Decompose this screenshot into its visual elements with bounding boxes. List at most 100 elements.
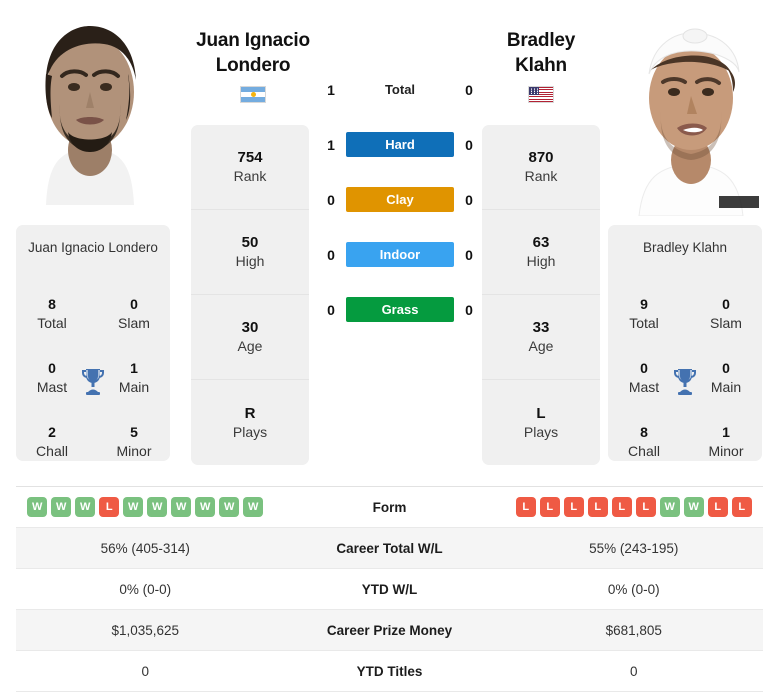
stat-high-right-value: 63 — [532, 234, 550, 251]
table-row: 0 YTD Titles 0 — [16, 651, 763, 692]
titles-main-right: 0 Main — [694, 359, 758, 397]
h2h-row-grass: 0 Grass 0 — [320, 282, 480, 337]
table-row: W W W L W W W W W W Form L L L L L L W W L L — [16, 487, 763, 528]
stat-card-left: 754 Rank 50 High 30 Age R Plays — [191, 125, 309, 465]
player-photo-right — [599, 0, 779, 216]
titles-chall-right-value: 8 — [640, 424, 648, 440]
stat-plays-left: R Plays — [191, 380, 309, 465]
table-cell-left: 0 — [141, 663, 149, 679]
stat-high-left-value: 50 — [241, 234, 259, 251]
stat-age-right-value: 33 — [532, 319, 550, 336]
titles-chall-left-label: Chall — [36, 443, 68, 459]
titles-chall-left: 2 Chall — [20, 423, 84, 461]
stat-age-left-value: 30 — [241, 319, 259, 336]
player-name-left-line1: Juan Ignacio — [196, 30, 310, 51]
form-badge-w[interactable]: W — [75, 497, 96, 517]
form-badge-l[interactable]: L — [515, 497, 536, 517]
trophy-icon — [82, 369, 104, 395]
stat-high-left: 50 High — [191, 210, 309, 295]
form-badge-w[interactable]: W — [683, 497, 704, 517]
player-name-right-line2: Klahn — [515, 55, 567, 76]
titles-chall-right: 8 Chall — [612, 423, 676, 461]
table-cell-left: $1,035,625 — [111, 622, 180, 638]
h2h-surface-label[interactable]: Grass — [346, 297, 454, 322]
table-row: $1,035,625 Career Prize Money $681,805 — [16, 610, 763, 651]
titles-main-left-value: 1 — [130, 360, 138, 376]
h2h-row-indoor: 0 Indoor 0 — [320, 227, 480, 282]
titles-slam-right: 0 Slam — [694, 295, 758, 333]
titles-minor-right-label: Minor — [708, 443, 744, 459]
form-badge-l[interactable]: L — [539, 497, 560, 517]
h2h-surface-label: Total — [384, 82, 416, 97]
player-name-left: Juan Ignacio Londero — [178, 28, 328, 103]
stat-age-left-label: Age — [237, 338, 263, 354]
titles-main-left: 1 Main — [102, 359, 166, 397]
titles-total-left-label: Total — [37, 315, 67, 331]
titles-minor-right: 1 Minor — [694, 423, 758, 461]
stat-age-left: 30 Age — [191, 295, 309, 380]
form-badge-w[interactable]: W — [27, 497, 48, 517]
form-badge-w[interactable]: W — [659, 497, 680, 517]
form-badge-l[interactable]: L — [731, 497, 752, 517]
h2h-left-score: 0 — [327, 301, 335, 318]
titles-main-right-label: Main — [710, 379, 742, 395]
form-badge-l[interactable]: L — [587, 497, 608, 517]
flag-argentina-icon — [240, 86, 266, 103]
form-badge-w[interactable]: W — [219, 497, 240, 517]
table-row-label: Form — [372, 499, 407, 515]
table-cell-left: 56% (405-314) — [100, 540, 190, 556]
player-name-right-line1: Bradley — [506, 30, 576, 51]
titles-slam-left-label: Slam — [118, 315, 150, 331]
titles-panel-right: Bradley Klahn 9 Total 0 Slam 0 Mast 0 Ma… — [608, 225, 762, 461]
form-badge-w[interactable]: W — [123, 497, 144, 517]
stat-rank-right: 870 Rank — [482, 125, 600, 210]
form-badge-l[interactable]: L — [611, 497, 632, 517]
stat-plays-right-value: L — [536, 404, 546, 422]
form-badge-w[interactable]: W — [243, 497, 264, 517]
form-badge-w[interactable]: W — [195, 497, 216, 517]
titles-mast-right: 0 Mast — [612, 359, 676, 397]
titles-mast-left: 0 Mast — [20, 359, 84, 397]
titles-total-right-value: 9 — [640, 296, 648, 312]
trophy-icon — [674, 369, 696, 395]
titles-slam-left-value: 0 — [130, 296, 138, 312]
head-to-head-panel: 1 Total 0 1 Hard 0 0 Clay 0 0 Indoor 0 0 Grass 0 — [320, 62, 480, 337]
h2h-row-hard: 1 Hard 0 — [320, 117, 480, 172]
titles-panel-left-name: Juan Ignacio Londero — [28, 240, 158, 255]
stat-high-right-label: High — [526, 253, 556, 269]
titles-slam-right-label: Slam — [710, 315, 742, 331]
form-badge-l[interactable]: L — [563, 497, 584, 517]
form-badge-w[interactable]: W — [147, 497, 168, 517]
form-badge-w[interactable]: W — [51, 497, 72, 517]
stat-card-right: 870 Rank 63 High 33 Age L Plays — [482, 125, 600, 465]
h2h-right-score: 0 — [465, 136, 473, 153]
h2h-surface-label[interactable]: Indoor — [346, 242, 454, 267]
stat-rank-right-label: Rank — [524, 168, 558, 184]
table-cell-left: WWWLWWWWWW — [16, 497, 275, 517]
table-cell-right: 0% (0-0) — [607, 581, 660, 597]
h2h-right-score: 0 — [465, 301, 473, 318]
form-badge-l[interactable]: L — [707, 497, 728, 517]
titles-mast-right-label: Mast — [628, 379, 660, 395]
form-strip: LLLLLLWWLL — [515, 497, 752, 517]
h2h-left-score: 1 — [327, 81, 335, 98]
form-badge-w[interactable]: W — [171, 497, 192, 517]
flag-usa-icon — [528, 86, 554, 103]
player-comparison-page: Juan Ignacio Londero Bradley Klahn 754 R… — [0, 0, 779, 699]
stat-plays-left-value: R — [244, 404, 256, 422]
titles-slam-right-value: 0 — [722, 296, 730, 312]
form-badge-l[interactable]: L — [99, 497, 120, 517]
h2h-surface-label[interactable]: Hard — [346, 132, 454, 157]
titles-minor-left-label: Minor — [116, 443, 152, 459]
headshot-left-icon — [0, 0, 180, 216]
table-row-label: YTD Titles — [356, 663, 423, 679]
form-badge-l[interactable]: L — [635, 497, 656, 517]
h2h-surface-label[interactable]: Clay — [346, 187, 454, 212]
table-cell-right: 55% (243-195) — [589, 540, 679, 556]
titles-grid-right: 9 Total 0 Slam 0 Mast 0 Main 8 Chall 1 M… — [608, 267, 762, 459]
table-row-label: Career Total W/L — [336, 540, 443, 556]
titles-minor-right-value: 1 — [722, 424, 730, 440]
titles-total-left-value: 8 — [48, 296, 56, 312]
titles-minor-left-value: 5 — [130, 424, 138, 440]
titles-main-right-value: 0 — [722, 360, 730, 376]
